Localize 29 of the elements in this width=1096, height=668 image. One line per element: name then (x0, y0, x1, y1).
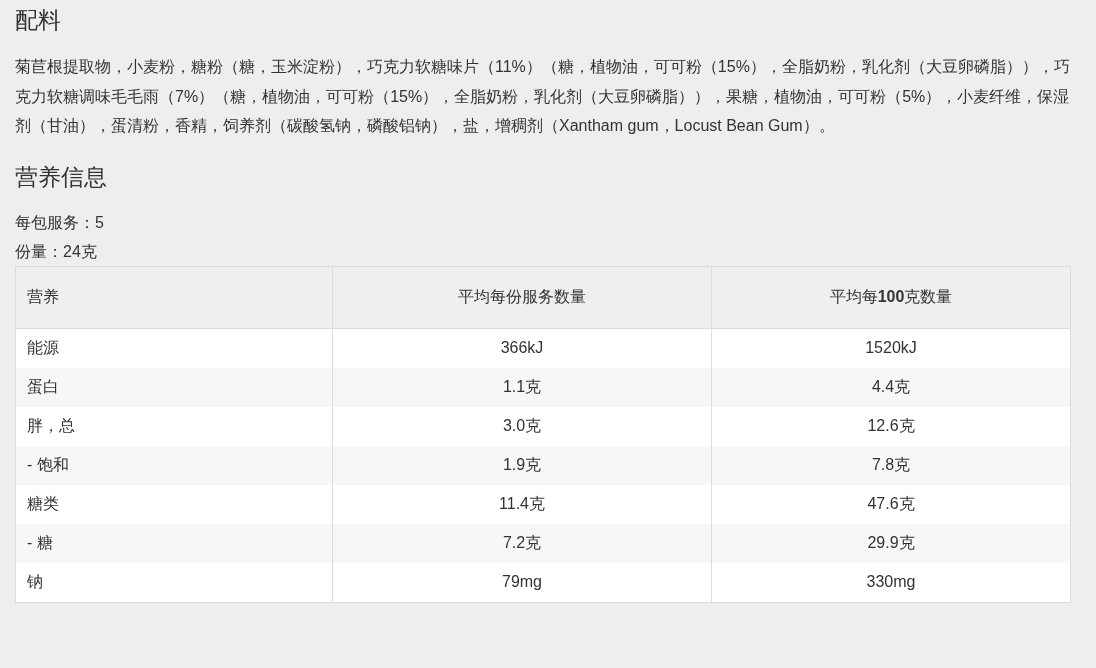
table-cell: 胖，总 (15, 406, 333, 446)
table-cell: 330mg (711, 562, 1071, 602)
table-cell: 钠 (15, 562, 333, 602)
table-cell: 1520kJ (711, 328, 1071, 368)
table-cell: 366kJ (332, 328, 712, 368)
table-cell: 12.6克 (711, 406, 1071, 446)
column-header: 平均每份服务数量 (332, 266, 712, 328)
table-cell: 47.6克 (711, 484, 1071, 524)
table-cell: 79mg (332, 562, 712, 602)
table-cell: 1.9克 (332, 445, 712, 485)
ingredients-text: 菊苣根提取物，小麦粉，糖粉（糖，玉米淀粉），巧克力软糖味片（11%）（糖，植物油，可可粉（15%），全脂奶粉，乳化剂（大豆卵磷脂）），巧克力软糖调味毛毛雨（7%）（糖，植物油，可可粉（15%），全脂奶粉，乳化剂（大豆卵磷脂）），果糖，植物油，可可粉（5%），小麦纤维，保湿剂（甘油），蛋清粉，香精，饲养剂（碳酸氢钠，磷酸铝钠），盐，增稠剂（Xantham gum，Locust Bean Gum）。 (15, 57, 1070, 136)
table-cell: 11.4克 (332, 484, 712, 524)
section-heading: 营养信息 (15, 162, 108, 192)
table-cell: 蛋白 (15, 367, 333, 407)
table-cell: - 糖 (15, 523, 333, 563)
table-cell: 能源 (15, 328, 333, 368)
section-heading: 配料 (15, 6, 62, 35)
table-cell: 4.4克 (711, 367, 1071, 407)
table-cell: 7.8克 (711, 445, 1071, 485)
table-cell: 7.2克 (332, 523, 712, 563)
table-cell: 糖类 (15, 484, 333, 524)
column-header: 平均每100克数量 (711, 266, 1071, 328)
table-cell: 29.9克 (711, 523, 1071, 563)
servings-per-pack: 每包服务：5 (15, 212, 104, 233)
column-header: 营养 (15, 266, 333, 328)
table-cell: - 饱和 (15, 445, 333, 485)
table-cell: 1.1克 (332, 367, 712, 407)
table-cell: 3.0克 (332, 406, 712, 446)
serving-size: 份量：24克 (15, 241, 97, 262)
